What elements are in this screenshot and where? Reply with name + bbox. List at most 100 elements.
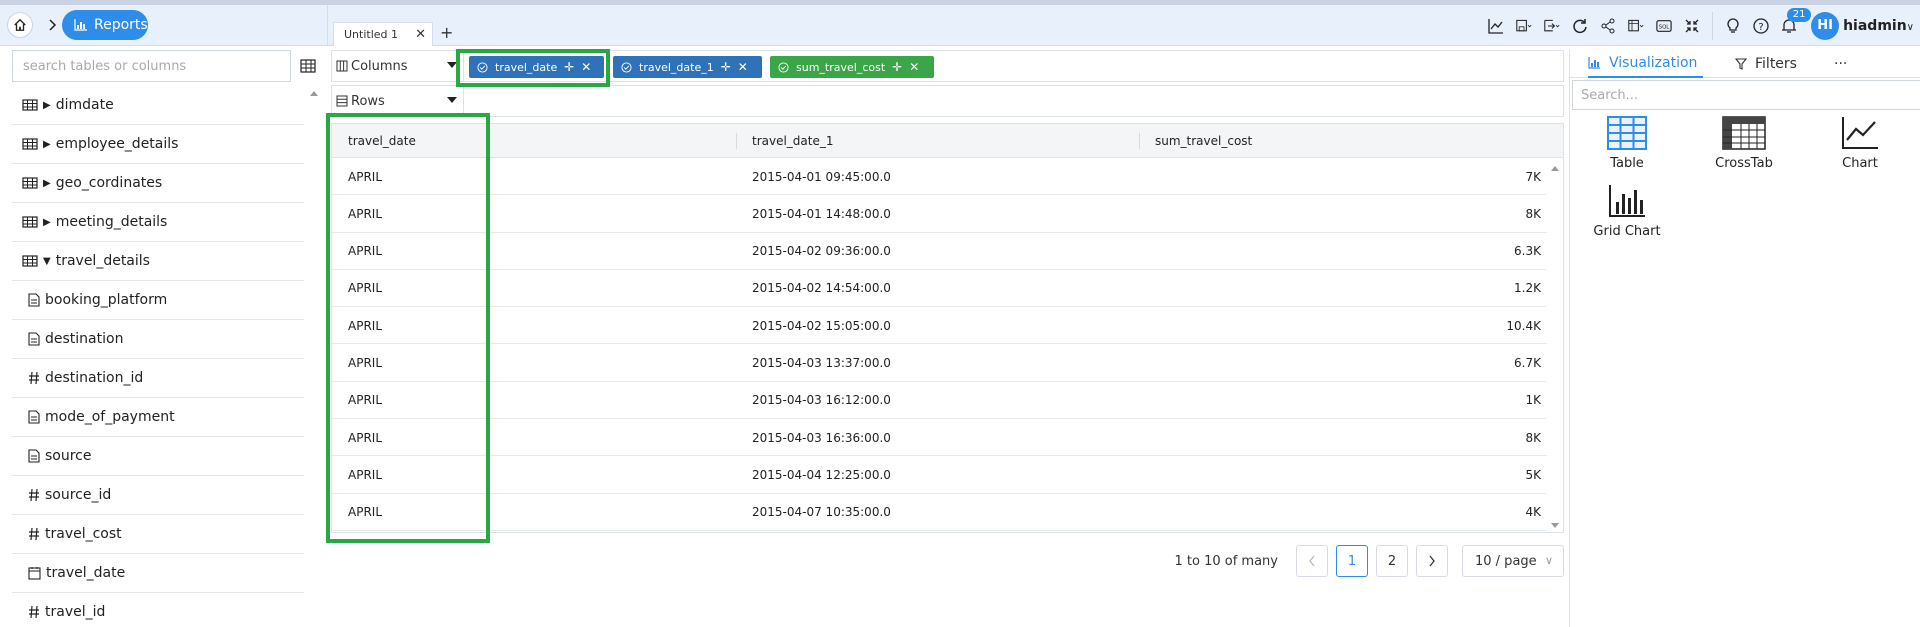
columns-shelf[interactable]: Columns travel_date ✛ ✕ travel_date_1 ✛ … bbox=[331, 50, 1564, 82]
rows-shelf[interactable]: Rows bbox=[331, 85, 1564, 117]
pill-sum-travel-cost[interactable]: sum_travel_cost ✛ ✕ bbox=[770, 56, 934, 78]
table-row[interactable]: APRIL 2015-04-01 14:48:00.0 8K bbox=[332, 195, 1547, 233]
viz-option-grid-chart[interactable]: Grid Chart bbox=[1577, 184, 1677, 248]
column-resize-handle[interactable] bbox=[1139, 133, 1140, 149]
reports-button[interactable]: Reports bbox=[62, 10, 148, 40]
remove-icon[interactable]: ✕ bbox=[581, 60, 591, 74]
move-icon[interactable]: ✛ bbox=[721, 60, 731, 74]
grid-scrollbar[interactable] bbox=[1549, 164, 1561, 530]
tree-column-mode-of-payment[interactable]: mode_of_payment bbox=[12, 398, 304, 437]
share-button[interactable] bbox=[1594, 12, 1622, 40]
table-row[interactable]: APRIL 2015-04-02 09:36:00.0 6.3K bbox=[332, 233, 1547, 270]
table-row[interactable]: APRIL 2015-04-07 10:35:00.0 4K bbox=[332, 494, 1547, 531]
expand-triangle-icon[interactable]: ▶ bbox=[43, 139, 51, 150]
breadcrumb-chevron-button[interactable] bbox=[42, 15, 62, 35]
tree-column-source[interactable]: source bbox=[12, 437, 304, 476]
tree-column-booking-platform[interactable]: booking_platform bbox=[12, 281, 304, 320]
pill-travel-date[interactable]: travel_date ✛ ✕ bbox=[469, 56, 604, 78]
remove-icon[interactable]: ✕ bbox=[909, 60, 919, 74]
svg-text:SQL: SQL bbox=[1659, 24, 1670, 30]
pill-travel-date-1[interactable]: travel_date_1 ✛ ✕ bbox=[613, 56, 762, 78]
page-button-2[interactable]: 2 bbox=[1376, 545, 1408, 577]
tree-column-travel-id[interactable]: travel_id bbox=[12, 593, 304, 627]
sidebar-scrollbar[interactable] bbox=[309, 86, 319, 627]
tips-button[interactable] bbox=[1719, 12, 1747, 40]
table-row[interactable]: APRIL 2015-04-03 13:37:00.0 6.7K bbox=[332, 344, 1547, 382]
expand-triangle-icon[interactable]: ▶ bbox=[43, 217, 51, 228]
tree-column-destination[interactable]: destination bbox=[12, 320, 304, 359]
collapse-triangle-icon[interactable]: ▼ bbox=[43, 256, 51, 267]
tree-column-source-id[interactable]: source_id bbox=[12, 476, 304, 515]
chart-icon bbox=[1588, 57, 1600, 69]
columns-shelf-label[interactable]: Columns bbox=[332, 51, 464, 81]
expand-triangle-icon[interactable]: ▶ bbox=[43, 100, 51, 111]
page-button-1[interactable]: 1 bbox=[1336, 545, 1368, 577]
tree-column-travel-cost[interactable]: travel_cost bbox=[12, 515, 304, 554]
column-header-sum-travel-cost[interactable]: sum_travel_cost bbox=[1155, 124, 1252, 158]
tree-table-geo-cordinates[interactable]: ▶ geo_cordinates bbox=[12, 164, 304, 203]
tab-label: Untitled 1 bbox=[344, 28, 399, 41]
tree-table-employee-details[interactable]: ▶ employee_details bbox=[12, 125, 304, 164]
table-row[interactable]: APRIL 2015-04-02 14:54:00.0 1.2K bbox=[332, 270, 1547, 308]
viz-option-chart[interactable]: Chart bbox=[1810, 116, 1910, 180]
column-header-travel-date[interactable]: travel_date bbox=[348, 124, 416, 158]
check-circle-icon bbox=[621, 61, 632, 73]
table-icon bbox=[22, 99, 38, 111]
fullscreen-button[interactable] bbox=[1678, 12, 1706, 40]
tree-column-travel-date[interactable]: travel_date bbox=[12, 554, 304, 593]
viz-option-table[interactable]: Table bbox=[1577, 116, 1677, 180]
table-icon bbox=[300, 59, 316, 73]
more-options-button[interactable]: ··· bbox=[1834, 50, 1847, 78]
column-header-travel-date-1[interactable]: travel_date_1 bbox=[752, 124, 834, 158]
tab-visualization[interactable]: Visualization bbox=[1588, 50, 1704, 78]
close-tab-icon[interactable]: ✕ bbox=[415, 27, 426, 42]
table-cell-travel-date-1: 2015-04-02 09:36:00.0 bbox=[752, 244, 891, 259]
viz-option-crosstab[interactable]: CrossTab bbox=[1694, 116, 1794, 180]
chart-view-button[interactable] bbox=[1482, 12, 1510, 40]
hash-icon bbox=[29, 488, 39, 502]
search-input[interactable] bbox=[12, 50, 291, 82]
add-tab-button[interactable]: + bbox=[440, 23, 453, 42]
table-row[interactable]: APRIL 2015-04-02 15:05:00.0 10.4K bbox=[332, 307, 1547, 345]
table-view-button[interactable] bbox=[294, 50, 322, 82]
table-cell-travel-date: APRIL bbox=[348, 430, 383, 445]
notifications-button[interactable]: 21 bbox=[1775, 7, 1812, 40]
table-cell-sum-travel-cost: 10.4K bbox=[1506, 318, 1541, 333]
export-button[interactable] bbox=[1538, 12, 1566, 40]
table-row[interactable]: APRIL 2015-04-04 12:25:00.0 5K bbox=[332, 456, 1547, 494]
sql-button[interactable]: SQL bbox=[1650, 12, 1678, 40]
table-row[interactable]: APRIL 2015-04-03 16:12:00.0 1K bbox=[332, 382, 1547, 420]
caret-down-icon[interactable] bbox=[447, 97, 457, 103]
prev-page-button[interactable] bbox=[1296, 545, 1328, 577]
tab-untitled-1[interactable]: Untitled 1 ✕ bbox=[333, 22, 433, 46]
page-size-select[interactable]: 10 / page ∨ bbox=[1462, 545, 1564, 577]
visualization-search-input[interactable] bbox=[1572, 80, 1920, 110]
tab-filters[interactable]: Filters bbox=[1735, 50, 1797, 78]
layout-button[interactable] bbox=[1622, 12, 1650, 40]
next-page-button[interactable] bbox=[1416, 545, 1448, 577]
move-icon[interactable]: ✛ bbox=[564, 60, 574, 74]
home-button[interactable] bbox=[7, 12, 33, 38]
save-button[interactable] bbox=[1510, 12, 1538, 40]
remove-icon[interactable]: ✕ bbox=[738, 60, 748, 74]
expand-triangle-icon[interactable]: ▶ bbox=[43, 178, 51, 189]
table-row[interactable]: APRIL 2015-04-03 16:36:00.0 8K bbox=[332, 419, 1547, 457]
avatar[interactable]: HI bbox=[1811, 11, 1840, 40]
table-cell-travel-date-1: 2015-04-03 13:37:00.0 bbox=[752, 355, 891, 370]
pagination-range: 1 to 10 of many bbox=[1174, 553, 1279, 569]
move-icon[interactable]: ✛ bbox=[892, 60, 902, 74]
username-menu[interactable]: hiadmin∨ bbox=[1843, 18, 1914, 34]
tree-table-dimdate[interactable]: ▶ dimdate bbox=[12, 86, 304, 125]
column-resize-handle[interactable] bbox=[736, 133, 737, 149]
refresh-button[interactable] bbox=[1566, 12, 1594, 40]
table-row[interactable]: APRIL 2015-04-01 09:45:00.0 7K bbox=[332, 158, 1547, 196]
tree-table-travel-details[interactable]: ▼ travel_details bbox=[12, 242, 304, 281]
help-button[interactable]: ? bbox=[1747, 12, 1775, 40]
table-cell-sum-travel-cost: 8K bbox=[1525, 206, 1541, 221]
table-cell-travel-date-1: 2015-04-01 09:45:00.0 bbox=[752, 169, 891, 184]
columns-label: Columns bbox=[351, 58, 408, 74]
caret-down-icon[interactable] bbox=[447, 62, 457, 68]
rows-shelf-label[interactable]: Rows bbox=[332, 86, 464, 116]
tree-column-destination-id[interactable]: destination_id bbox=[12, 359, 304, 398]
tree-table-meeting-details[interactable]: ▶ meeting_details bbox=[12, 203, 304, 242]
